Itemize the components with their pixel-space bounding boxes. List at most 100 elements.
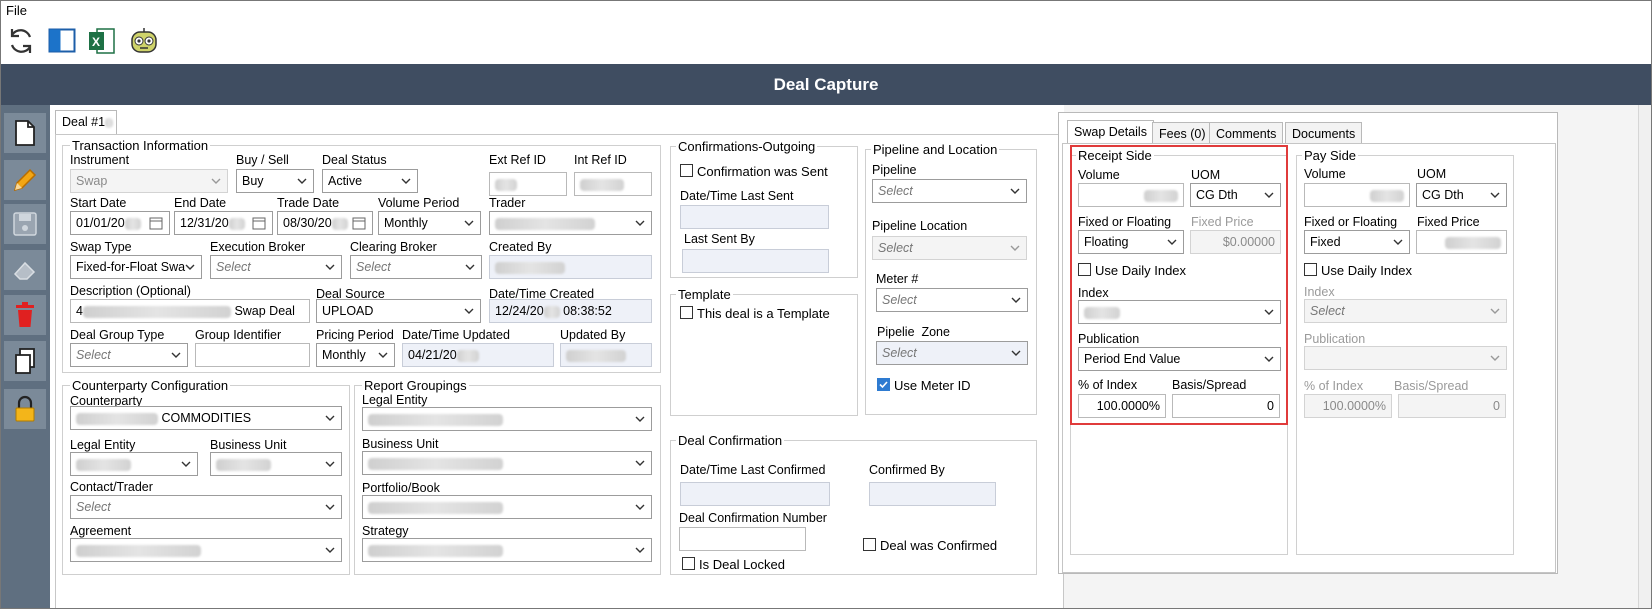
contact-value: Select (76, 500, 111, 514)
deal-confirmed-checkbox[interactable] (863, 538, 876, 551)
created-by-input (489, 255, 652, 279)
lock-button[interactable] (4, 389, 46, 429)
pay-basis-input: 0 (1398, 394, 1506, 418)
zone-select[interactable]: Select (876, 341, 1028, 365)
cp-business-unit-select[interactable] (210, 452, 342, 476)
rg-business-unit-select[interactable] (362, 451, 652, 475)
is-template-checkbox[interactable] (680, 306, 693, 319)
deal-group-type-select[interactable]: Select (70, 343, 188, 367)
trader-label: Trader (489, 196, 526, 210)
document-icon (15, 120, 35, 146)
menu-file[interactable]: File (6, 3, 27, 18)
contact-select[interactable]: Select (70, 495, 342, 519)
receipt-index-select[interactable] (1078, 300, 1281, 324)
last-sent-label: Date/Time Last Sent (680, 189, 794, 203)
end-date-input[interactable]: 12/31/20 (174, 211, 273, 235)
pay-uom-value: CG Dth (1422, 188, 1464, 202)
deal-locked-checkbox[interactable] (682, 557, 695, 570)
created-by-label: Created By (489, 240, 552, 254)
meter-select[interactable]: Select (876, 288, 1028, 312)
pay-uom-select[interactable]: CG Dth (1416, 183, 1507, 207)
instrument-select[interactable]: Swap (70, 169, 228, 193)
chevron-down-icon (1167, 239, 1177, 245)
clear-button[interactable] (4, 250, 46, 290)
pricing-period-select[interactable]: Monthly (316, 343, 395, 367)
end-date-label: End Date (174, 196, 227, 210)
exec-broker-select[interactable]: Select (210, 255, 342, 279)
pipeline-select[interactable]: Select (872, 179, 1027, 203)
refresh-icon[interactable] (6, 26, 36, 56)
pay-pct-index-label: % of Index (1304, 379, 1364, 393)
counterparty-title: Counterparty Configuration (70, 378, 231, 393)
pay-fixed-floating-value: Fixed (1310, 235, 1341, 249)
use-meter-checkbox[interactable] (877, 378, 890, 391)
last-confirmed-input (680, 482, 830, 506)
trade-date-input[interactable]: 08/30/20 (277, 211, 373, 235)
deal-status-select[interactable]: Active (322, 169, 418, 193)
meter-label: Meter # (876, 272, 919, 286)
rg-strategy-select[interactable] (362, 538, 652, 562)
new-document-button[interactable] (4, 113, 46, 153)
cp-legal-entity-select[interactable] (70, 452, 198, 476)
receipt-pct-index-input[interactable]: 100.0000% (1078, 394, 1166, 418)
int-ref-input[interactable] (574, 172, 652, 196)
panel-layout-icon[interactable] (48, 28, 76, 54)
excel-icon[interactable]: X (88, 26, 116, 56)
delete-button[interactable] (4, 295, 46, 335)
confirmed-by-input (869, 482, 996, 506)
edit-button[interactable] (4, 160, 46, 200)
deal-source-select[interactable]: UPLOAD (316, 299, 481, 323)
tab-deal[interactable]: Deal #1 (55, 110, 117, 135)
tab-swap-details[interactable]: Swap Details (1067, 120, 1154, 145)
receipt-publication-select[interactable]: Period End Value (1078, 347, 1281, 371)
save-button[interactable] (4, 204, 46, 244)
start-date-input[interactable]: 01/01/20 (70, 211, 170, 235)
pay-fixed-price-input[interactable] (1416, 230, 1507, 254)
chevron-down-icon (325, 264, 335, 270)
ext-ref-input[interactable] (489, 172, 567, 196)
pay-volume-label: Volume (1304, 167, 1346, 181)
receipt-daily-index-checkbox[interactable] (1078, 263, 1091, 276)
description-label: Description (Optional) (70, 284, 191, 298)
confirmation-sent-checkbox[interactable] (680, 164, 693, 177)
deal-group-type-value: Select (76, 348, 111, 362)
robot-icon[interactable] (128, 25, 160, 57)
pay-daily-index-checkbox[interactable] (1304, 263, 1317, 276)
confirmation-number-input[interactable] (679, 527, 806, 551)
buy-sell-select[interactable]: Buy (236, 169, 314, 193)
receipt-basis-input[interactable]: 0 (1172, 394, 1280, 418)
receipt-fixed-floating-select[interactable]: Floating (1078, 230, 1184, 254)
deal-tab-label: Deal #1 (62, 115, 106, 129)
copy-button[interactable] (4, 341, 46, 381)
description-input[interactable]: 4 Swap Deal (70, 299, 310, 323)
group-identifier-input[interactable] (195, 343, 310, 367)
end-date-value: 12/31/20 (180, 216, 229, 230)
receipt-uom-select[interactable]: CG Dth (1190, 183, 1281, 207)
counterparty-select[interactable]: COMMODITIES (70, 406, 342, 430)
rg-portfolio-select[interactable] (362, 495, 652, 519)
header-bar: Deal Capture (0, 64, 1652, 105)
volume-period-value: Monthly (384, 216, 428, 230)
pricing-period-label: Pricing Period (316, 328, 394, 342)
volume-period-select[interactable]: Monthly (378, 211, 481, 235)
start-date-label: Start Date (70, 196, 127, 210)
receipt-volume-input[interactable] (1078, 183, 1184, 207)
zone-label: Pipelie Zone (877, 325, 950, 339)
pay-fixed-price-label: Fixed Price (1417, 215, 1480, 229)
clearing-broker-select[interactable]: Select (350, 255, 482, 279)
rg-business-unit-label: Business Unit (362, 437, 439, 451)
agreement-select[interactable] (70, 538, 342, 562)
receipt-uom-label: UOM (1191, 168, 1221, 182)
trade-date-label: Trade Date (277, 196, 340, 210)
pay-fixed-floating-select[interactable]: Fixed (1304, 230, 1410, 254)
pay-volume-input[interactable] (1304, 183, 1410, 207)
ext-ref-label: Ext Ref ID (489, 153, 546, 167)
trader-select[interactable] (489, 211, 652, 235)
swap-type-select[interactable]: Fixed-for-Float Swa (70, 255, 202, 279)
page-title: Deal Capture (773, 75, 879, 94)
chevron-down-icon (635, 416, 645, 422)
rg-legal-entity-select[interactable] (362, 407, 652, 431)
pipeline-location-select[interactable]: Select (872, 236, 1027, 260)
receipt-fixed-price-input: $0.00000 (1190, 230, 1281, 254)
right-scrollbar[interactable] (1638, 105, 1652, 609)
